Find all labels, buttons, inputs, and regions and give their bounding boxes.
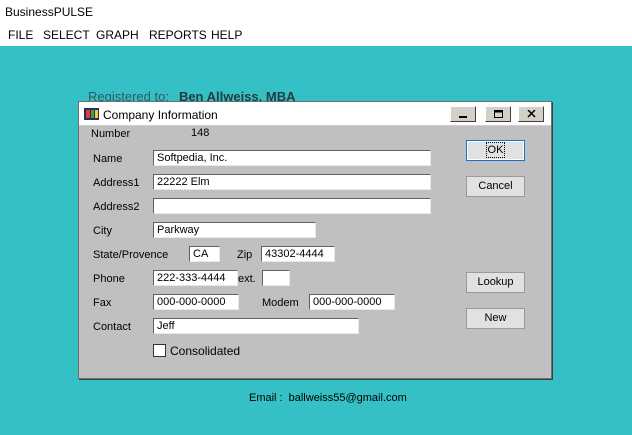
city-input[interactable] bbox=[153, 222, 316, 238]
dialog-title: Company Information bbox=[103, 108, 218, 122]
app-title-bar: BusinessPULSE bbox=[0, 0, 632, 24]
modem-label: Modem bbox=[262, 297, 299, 309]
new-button[interactable]: New bbox=[466, 308, 525, 329]
contact-label: Contact bbox=[93, 321, 131, 333]
menu-bar: FILE SELECT GRAPH REPORTS HELP bbox=[0, 24, 632, 46]
number-value: 148 bbox=[191, 127, 210, 139]
lookup-button[interactable]: Lookup bbox=[466, 272, 525, 293]
state-input[interactable] bbox=[189, 246, 220, 262]
zip-label: Zip bbox=[237, 249, 253, 261]
menu-help[interactable]: HELP bbox=[211, 28, 242, 42]
ok-button[interactable]: OK bbox=[466, 140, 525, 161]
address2-input[interactable] bbox=[153, 198, 431, 214]
app-title: BusinessPULSE bbox=[5, 5, 94, 19]
minimize-button[interactable] bbox=[450, 106, 476, 122]
number-label: Number bbox=[91, 128, 131, 140]
ext-label: ext. bbox=[238, 273, 256, 285]
ext-input[interactable] bbox=[262, 270, 290, 286]
modem-input[interactable] bbox=[309, 294, 395, 310]
phone-input[interactable] bbox=[153, 270, 238, 286]
email-value: ballweiss55@gmail.com bbox=[288, 392, 407, 404]
consolidated-label: Consolidated bbox=[170, 344, 241, 358]
close-icon bbox=[527, 110, 536, 118]
phone-label: Phone bbox=[93, 273, 125, 285]
menu-select[interactable]: SELECT bbox=[43, 28, 90, 42]
restore-icon bbox=[494, 110, 503, 118]
name-input[interactable] bbox=[153, 150, 431, 166]
cancel-button[interactable]: Cancel bbox=[466, 176, 525, 197]
menu-graph[interactable]: GRAPH bbox=[96, 28, 139, 42]
address1-label: Address1 bbox=[93, 177, 140, 189]
city-label: City bbox=[93, 225, 112, 237]
fax-input[interactable] bbox=[153, 294, 239, 310]
film-strip-icon bbox=[84, 108, 99, 120]
company-information-dialog: Company Information Number 148 Name Addr… bbox=[78, 101, 552, 379]
name-label: Name bbox=[93, 153, 123, 165]
state-label: State/Provence bbox=[93, 249, 169, 261]
address2-label: Address2 bbox=[93, 201, 140, 213]
fax-label: Fax bbox=[93, 297, 112, 309]
menu-file[interactable]: FILE bbox=[8, 28, 33, 42]
address1-input[interactable] bbox=[153, 174, 431, 190]
email-line: Email : ballweiss55@gmail.com bbox=[249, 392, 407, 404]
ok-button-label: OK bbox=[485, 142, 506, 158]
consolidated-checkbox[interactable] bbox=[153, 344, 166, 357]
email-label: Email : bbox=[249, 392, 283, 404]
minimize-icon bbox=[459, 116, 467, 118]
menu-reports[interactable]: REPORTS bbox=[149, 28, 207, 42]
contact-input[interactable] bbox=[153, 318, 359, 334]
restore-button[interactable] bbox=[485, 106, 511, 122]
close-button[interactable] bbox=[518, 106, 544, 122]
dialog-title-bar[interactable]: Company Information bbox=[79, 102, 551, 126]
zip-input[interactable] bbox=[261, 246, 335, 262]
